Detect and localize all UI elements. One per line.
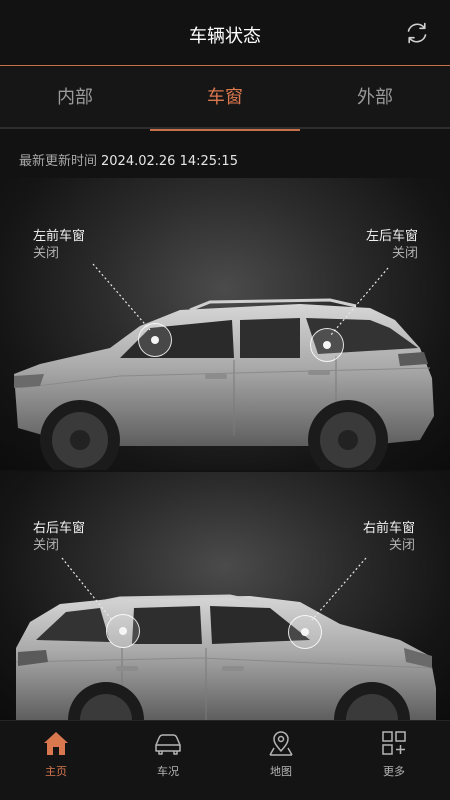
last-update: 最新更新时间 2024.02.26 14:25:15 <box>19 150 238 169</box>
refresh-icon[interactable] <box>404 20 430 46</box>
page-title: 车辆状态 <box>189 26 261 47</box>
tab-windows[interactable]: 车窗 <box>150 67 300 131</box>
nav-more-label: 更多 <box>383 765 405 778</box>
rear-left-window-name: 左后车窗 <box>365 229 418 244</box>
rear-left-window-state: 关闭 <box>391 246 418 261</box>
last-update-timestamp: 2024.02.26 14:25:15 <box>101 154 238 169</box>
car-right-side-panel: 右后车窗 关闭 右前车窗 关闭 <box>0 472 450 720</box>
nav-more[interactable]: 更多 <box>338 721 450 800</box>
nav-home[interactable]: 主页 <box>0 721 112 800</box>
label-rear-right-window: 右后车窗 关闭 <box>33 520 85 554</box>
car-left-side-panel: 左前车窗 关闭 左后车窗 关闭 <box>0 178 450 470</box>
label-front-right-window: 右前车窗 关闭 <box>363 520 415 554</box>
car-right-side-image <box>15 557 436 720</box>
front-left-window-state: 关闭 <box>33 246 60 261</box>
rear-left-window-marker[interactable] <box>310 328 344 362</box>
nav-home-label: 主页 <box>45 765 67 778</box>
bottom-tab-bar: 主页 车况 地图 更多 <box>0 720 450 800</box>
rear-right-window-marker[interactable] <box>106 614 140 648</box>
rear-right-window-state: 关闭 <box>33 538 60 553</box>
nav-car-status[interactable]: 车况 <box>112 721 224 800</box>
tab-interior[interactable]: 内部 <box>0 67 150 129</box>
front-right-window-marker[interactable] <box>288 615 322 649</box>
car-status-icon <box>155 734 181 755</box>
more-grid-icon <box>382 731 406 755</box>
car-left-side-image <box>14 263 434 470</box>
nav-car-status-label: 车况 <box>157 765 179 778</box>
label-rear-left-window: 左后车窗 关闭 <box>366 228 418 262</box>
map-pin-icon <box>269 731 293 756</box>
nav-map-label: 地图 <box>270 765 292 778</box>
front-right-window-state: 关闭 <box>388 538 415 553</box>
tab-exterior[interactable]: 外部 <box>300 67 450 129</box>
rear-right-window-name: 右后车窗 <box>33 521 86 536</box>
nav-map[interactable]: 地图 <box>225 721 337 800</box>
header: 车辆状态 <box>0 0 450 66</box>
front-left-window-marker[interactable] <box>138 323 172 357</box>
front-right-window-name: 右前车窗 <box>362 521 415 536</box>
last-update-label: 最新更新时间 <box>19 154 98 169</box>
label-front-left-window: 左前车窗 关闭 <box>33 228 85 262</box>
tab-bar: 内部 车窗 外部 <box>0 67 450 131</box>
home-icon <box>44 732 68 755</box>
front-left-window-name: 左前车窗 <box>33 229 86 244</box>
